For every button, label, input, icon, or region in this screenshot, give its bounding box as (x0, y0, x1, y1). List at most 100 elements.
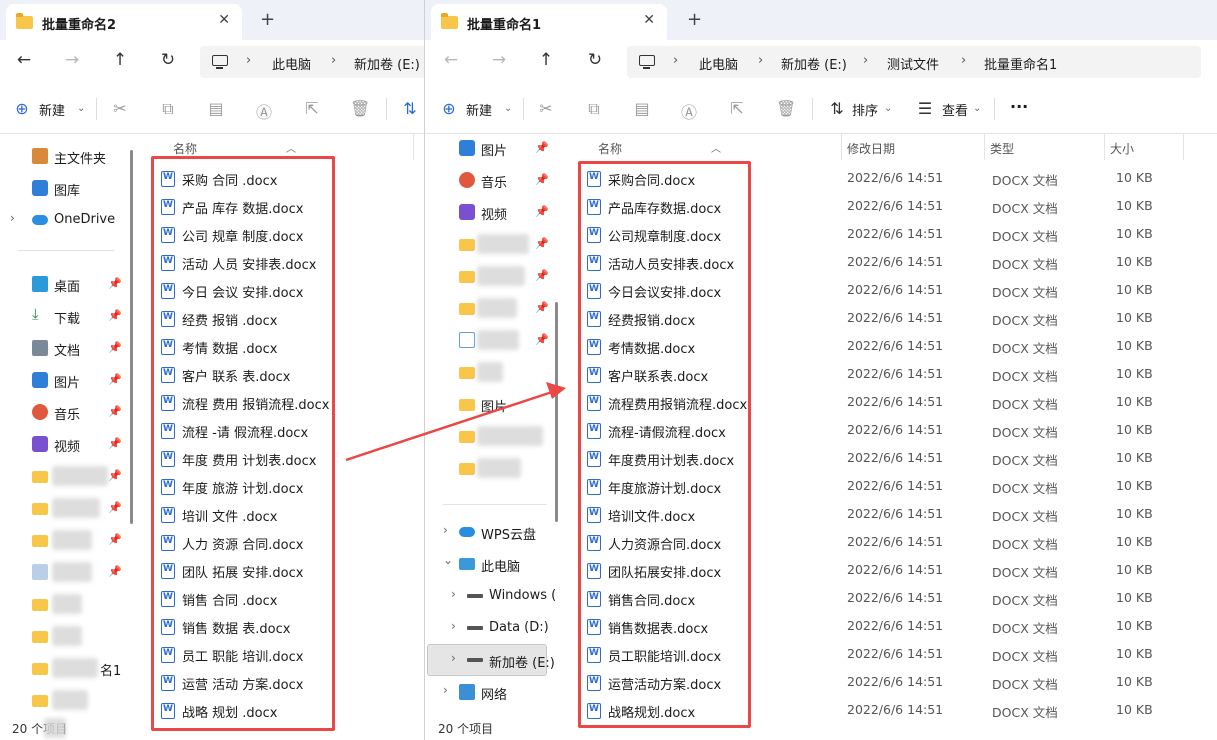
column-divider[interactable] (1183, 134, 1184, 160)
chevron-down-icon[interactable]: ⌄ (443, 553, 453, 567)
copy-icon[interactable]: ⧉ (158, 99, 178, 119)
new-button[interactable]: 新建 (39, 100, 65, 119)
pin-icon[interactable]: 📌 (108, 437, 122, 450)
column-date[interactable]: 修改日期 (847, 140, 895, 157)
breadcrumb-volume-e[interactable]: 新加卷 (E:) (781, 54, 847, 73)
plus-circle-icon[interactable]: ⊕ (439, 99, 459, 118)
table-row[interactable]: 今日会议安排.docx 2022/6/6 14:51 DOCX 文档 10 KB (587, 276, 1187, 304)
pin-icon[interactable]: 📌 (535, 173, 549, 186)
new-tab-icon[interactable]: + (260, 9, 275, 30)
chevron-right-icon[interactable]: › (451, 651, 456, 665)
list-item[interactable]: 考情 数据 .docx (161, 332, 421, 360)
list-item[interactable]: 员工 职能 培训.docx (161, 640, 421, 668)
chevron-right-icon[interactable]: › (451, 619, 456, 633)
column-divider[interactable] (984, 134, 985, 160)
table-row[interactable]: 年度旅游计划.docx 2022/6/6 14:51 DOCX 文档 10 KB (587, 472, 1187, 500)
pin-icon[interactable]: 📌 (108, 565, 122, 578)
column-name[interactable]: 名称 (173, 140, 197, 157)
nav-scrollbar[interactable] (555, 302, 558, 522)
list-item[interactable]: 客户 联系 表.docx (161, 360, 421, 388)
chevron-right-icon[interactable]: › (10, 211, 15, 225)
table-row[interactable]: 流程-请假流程.docx 2022/6/6 14:51 DOCX 文档 10 KB (587, 416, 1187, 444)
close-icon[interactable]: ✕ (643, 12, 655, 28)
table-row[interactable]: 活动人员安排表.docx 2022/6/6 14:51 DOCX 文档 10 KB (587, 248, 1187, 276)
chevron-right-icon[interactable]: › (451, 587, 456, 601)
chevron-down-icon[interactable]: ⌄ (77, 103, 85, 114)
breadcrumb-volume-e[interactable]: 新加卷 (E:) (354, 54, 420, 73)
table-row[interactable]: 产品库存数据.docx 2022/6/6 14:51 DOCX 文档 10 KB (587, 192, 1187, 220)
back-arrow-icon[interactable]: ← (12, 50, 36, 70)
list-item[interactable]: 销售 数据 表.docx (161, 612, 421, 640)
pin-icon[interactable]: 📌 (108, 405, 122, 418)
plus-circle-icon[interactable]: ⊕ (12, 99, 32, 118)
view-icon[interactable]: ☰ (915, 99, 935, 118)
list-item[interactable]: 采购 合同 .docx (161, 164, 421, 192)
column-name[interactable]: 名称 (598, 140, 622, 157)
close-icon[interactable]: ✕ (218, 12, 230, 28)
share-icon[interactable]: ⇱ (727, 99, 747, 118)
table-row[interactable]: 人力资源合同.docx 2022/6/6 14:51 DOCX 文档 10 KB (587, 528, 1187, 556)
list-item[interactable]: 活动 人员 安排表.docx (161, 248, 421, 276)
refresh-icon[interactable]: ↻ (583, 50, 607, 70)
new-tab-icon[interactable]: + (687, 9, 702, 30)
list-item[interactable]: 团队 拓展 安排.docx (161, 556, 421, 584)
new-button[interactable]: 新建 (466, 100, 492, 119)
address-bar[interactable]: › 此电脑 › 新加卷 (E:) › 测试文件 › 批量重命名1 (627, 46, 1201, 78)
table-row[interactable]: 客户联系表.docx 2022/6/6 14:51 DOCX 文档 10 KB (587, 360, 1187, 388)
pin-icon[interactable]: 📌 (535, 269, 549, 282)
list-item[interactable]: 年度 旅游 计划.docx (161, 472, 421, 500)
table-row[interactable]: 公司规章制度.docx 2022/6/6 14:51 DOCX 文档 10 KB (587, 220, 1187, 248)
pin-icon[interactable]: 📌 (535, 237, 549, 250)
list-item[interactable]: 公司 规章 制度.docx (161, 220, 421, 248)
sort-icon[interactable]: ⇅ (827, 99, 847, 118)
copy-icon[interactable]: ⧉ (584, 99, 604, 119)
refresh-icon[interactable]: ↻ (156, 50, 180, 70)
list-item[interactable]: 今日 会议 安排.docx (161, 276, 421, 304)
share-icon[interactable]: ⇱ (302, 99, 322, 118)
paste-icon[interactable]: ▤ (632, 99, 652, 118)
rename-icon[interactable]: Ⓐ (679, 99, 699, 123)
back-arrow-icon[interactable]: ← (439, 50, 463, 70)
view-button[interactable]: 查看 (942, 100, 968, 119)
list-item[interactable]: 培训 文件 .docx (161, 500, 421, 528)
table-row[interactable]: 战略规划.docx 2022/6/6 14:51 DOCX 文档 10 KB (587, 696, 1187, 724)
nav-scrollbar[interactable] (130, 150, 133, 524)
table-row[interactable]: 员工职能培训.docx 2022/6/6 14:51 DOCX 文档 10 KB (587, 640, 1187, 668)
address-bar[interactable]: › 此电脑 › 新加卷 (E:) (200, 46, 424, 78)
delete-icon[interactable]: 🗑 (776, 99, 796, 118)
forward-arrow-icon[interactable]: → (487, 50, 511, 70)
cut-icon[interactable]: ✂ (536, 99, 556, 118)
table-row[interactable]: 运营活动方案.docx 2022/6/6 14:51 DOCX 文档 10 KB (587, 668, 1187, 696)
table-row[interactable]: 采购合同.docx 2022/6/6 14:51 DOCX 文档 10 KB (587, 164, 1187, 192)
paste-icon[interactable]: ▤ (206, 99, 226, 118)
up-arrow-icon[interactable]: ↑ (534, 50, 558, 70)
pin-icon[interactable]: 📌 (535, 141, 549, 154)
table-row[interactable]: 流程费用报销流程.docx 2022/6/6 14:51 DOCX 文档 10 KB (587, 388, 1187, 416)
list-item[interactable]: 年度 费用 计划表.docx (161, 444, 421, 472)
list-item[interactable]: 人力 资源 合同.docx (161, 528, 421, 556)
delete-icon[interactable]: 🗑 (350, 99, 370, 118)
breadcrumb-this-pc[interactable]: 此电脑 (699, 54, 738, 73)
breadcrumb-this-pc[interactable]: 此电脑 (272, 54, 311, 73)
rename-icon[interactable]: Ⓐ (254, 99, 274, 123)
breadcrumb-test-files[interactable]: 测试文件 (887, 54, 939, 73)
table-row[interactable]: 销售数据表.docx 2022/6/6 14:51 DOCX 文档 10 KB (587, 612, 1187, 640)
list-item[interactable]: 经费 报销 .docx (161, 304, 421, 332)
chevron-right-icon[interactable]: › (443, 523, 448, 537)
pin-icon[interactable]: 📌 (108, 501, 122, 514)
pin-icon[interactable]: 📌 (535, 333, 549, 346)
pin-icon[interactable]: 📌 (108, 373, 122, 386)
table-row[interactable]: 年度费用计划表.docx 2022/6/6 14:51 DOCX 文档 10 KB (587, 444, 1187, 472)
table-row[interactable]: 销售合同.docx 2022/6/6 14:51 DOCX 文档 10 KB (587, 584, 1187, 612)
table-row[interactable]: 培训文件.docx 2022/6/6 14:51 DOCX 文档 10 KB (587, 500, 1187, 528)
pin-icon[interactable]: 📌 (535, 205, 549, 218)
list-item[interactable]: 战略 规划 .docx (161, 696, 421, 724)
list-item[interactable]: 销售 合同 .docx (161, 584, 421, 612)
list-item[interactable]: 产品 库存 数据.docx (161, 192, 421, 220)
list-item[interactable]: 流程 费用 报销流程.docx (161, 388, 421, 416)
column-divider[interactable] (1104, 134, 1105, 160)
breadcrumb-batch-rename-1[interactable]: 批量重命名1 (984, 54, 1057, 73)
up-arrow-icon[interactable]: ↑ (108, 50, 132, 70)
list-item[interactable]: 运营 活动 方案.docx (161, 668, 421, 696)
sort-icon[interactable]: ⇅ (400, 99, 420, 118)
